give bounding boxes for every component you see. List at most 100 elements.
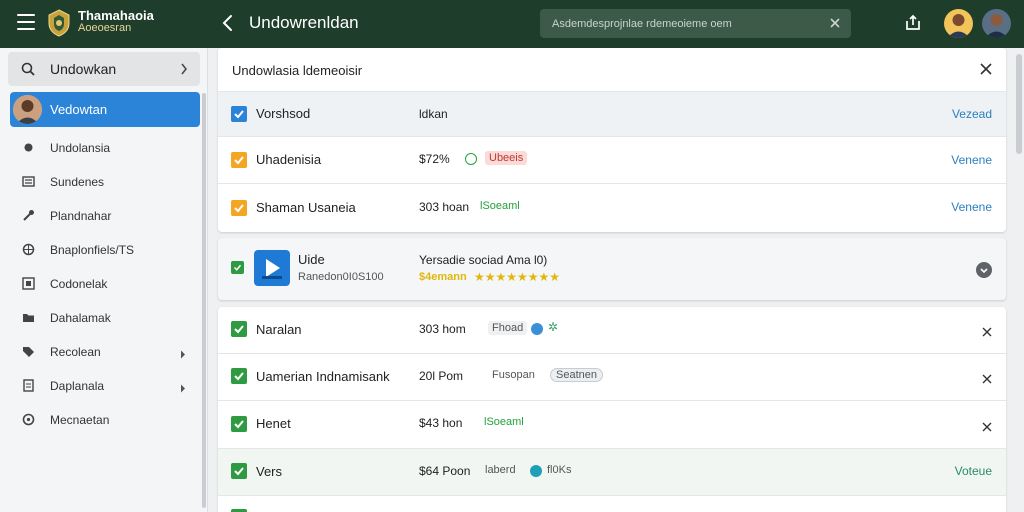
checkbox[interactable] [231, 106, 247, 122]
sidebar-search-label: Undowkan [50, 61, 117, 77]
panel-header: Undowlasia ldemeoisir [218, 48, 1006, 92]
checkbox[interactable] [231, 261, 244, 274]
sidebar-item-undolansia[interactable]: Undolansia [0, 134, 200, 162]
page-title: Undowrenldan [249, 13, 359, 32]
row-info: $64 Poon [419, 464, 471, 478]
remove-icon[interactable] [982, 372, 992, 384]
remove-icon[interactable] [982, 325, 992, 337]
checkbox[interactable] [231, 200, 247, 216]
globe-icon [21, 242, 36, 257]
sidebar-scrollbar[interactable] [202, 93, 206, 508]
close-icon[interactable] [980, 63, 992, 75]
crest-logo [47, 9, 71, 37]
panel-title: Undowlasia ldemeoisir [232, 63, 363, 78]
checkbox[interactable] [231, 463, 247, 479]
chevron-right-icon [180, 63, 188, 75]
search-input[interactable] [552, 15, 812, 32]
row-name: Uhadenisia [256, 152, 322, 167]
row-action-link[interactable]: Venene [951, 200, 992, 214]
export-icon[interactable] [903, 13, 923, 33]
checkbox[interactable] [231, 416, 247, 432]
sidebar-item-mecnaetan[interactable]: Mecnaetan [0, 406, 200, 434]
sidebar-item-dahalamak[interactable]: Dahalamak [0, 304, 200, 332]
wrench-icon [21, 208, 36, 223]
user-avatar[interactable] [944, 9, 973, 38]
pill-badge: Seatnen [550, 368, 603, 382]
expand-arrow-icon[interactable] [180, 381, 186, 393]
row-info: ldkan [419, 107, 448, 121]
search-box[interactable] [540, 9, 851, 38]
sidebar-item-bnaplonfiels[interactable]: Bnaplonfiels/TS [0, 236, 200, 264]
sidebar-item-label: Mecnaetan [50, 413, 110, 427]
row-info: 303 hoan [419, 200, 470, 214]
table-row[interactable]: Uhadenisia $72% Ubeeis Venene [218, 137, 1006, 184]
sidebar-item-daplanala[interactable]: Daplanala [0, 372, 200, 400]
account-avatar[interactable] [982, 9, 1011, 38]
table-row[interactable]: Vers $64 Poon laberd fl0Ks Voteue [218, 449, 1006, 496]
brand-line-1: Thamahaoia [78, 8, 154, 23]
tag-badge: lSoeaml [484, 416, 524, 428]
table-row[interactable]: Naralan 303 hom Fhoad ✲ [218, 307, 1006, 354]
sidebar-item-codonelak[interactable]: Codonelak [0, 270, 200, 298]
table-row[interactable]: Shaman Usaneia 303 hoan lSoeaml Venene [218, 184, 1006, 232]
main-scrollbar[interactable] [1016, 54, 1022, 154]
expand-arrow-icon[interactable] [180, 347, 186, 359]
info-dot-icon [531, 323, 543, 335]
checkbox[interactable] [231, 368, 247, 384]
row-action-link[interactable]: Venene [951, 153, 992, 167]
row-action-link[interactable]: Vezead [952, 107, 992, 121]
sidebar-item-label: Sundenes [50, 175, 105, 189]
table-row[interactable]: Henet $43 hon lSoeaml [218, 401, 1006, 449]
table-row[interactable]: Uamerian Indnamisank 20l Pom Fusopan Sea… [218, 354, 1006, 401]
rating-stars: ★★★★★★★★ [474, 270, 561, 284]
star-icon: ✲ [548, 320, 559, 334]
sidebar-item-label: Dahalamak [50, 311, 111, 325]
expand-chevron-icon[interactable] [976, 262, 992, 278]
row-name: Henet [256, 416, 291, 431]
folder-icon [21, 310, 36, 325]
sidebar: Undowkan Vedowtan Undolansia Sundenes Pl… [0, 48, 208, 512]
grid-icon [21, 276, 36, 291]
sidebar-item-label: Bnaplonfiels/TS [50, 243, 135, 257]
sidebar-item-label: Daplanala [50, 379, 105, 393]
clock-icon [21, 412, 36, 427]
profile-avatar [13, 95, 42, 124]
status-dot-icon [465, 153, 477, 165]
sidebar-item-recolean[interactable]: Recolean [0, 338, 200, 366]
top-app-bar: Thamahaoia Aoeoesran Undowrenldan [0, 0, 1024, 48]
sidebar-item-active[interactable]: Vedowtan [10, 92, 200, 127]
row-name: Vorshsod [256, 106, 311, 121]
row-action-link[interactable]: Voteue [955, 464, 992, 478]
remove-icon[interactable] [982, 420, 992, 432]
row-info: 20l Pom [419, 369, 464, 383]
pin-icon [21, 140, 36, 155]
sidebar-search[interactable]: Undowkan [8, 52, 200, 86]
menu-icon[interactable] [17, 14, 35, 30]
clear-search-icon[interactable] [829, 17, 841, 29]
tag-badge: Fhoad [488, 321, 528, 335]
row-name: Shaman Usaneia [256, 200, 356, 215]
tag-badge: Fusopan [492, 369, 535, 381]
row-info: 303 hom [419, 322, 466, 336]
checkbox[interactable] [231, 321, 247, 337]
row-name: Vers [256, 464, 283, 479]
row-name: Uamerian Indnamisank [256, 369, 390, 384]
table-row-partial[interactable] [218, 496, 1006, 512]
checkbox[interactable] [231, 152, 247, 168]
sidebar-item-sundenes[interactable]: Sundenes [0, 168, 200, 196]
back-arrow-icon[interactable] [218, 12, 238, 34]
brand-line-2: Aoeoesran [78, 22, 132, 34]
item-subtitle: Ranedon0I0S100 [298, 271, 384, 283]
sidebar-item-label: Undolansia [50, 141, 111, 155]
tag-badge: laberd [485, 464, 516, 476]
status-badge: lSoeaml [480, 200, 520, 212]
doc-icon [21, 378, 36, 393]
results-panel: Undowlasia ldemeoisir Vorshsod ldkan Vez… [218, 48, 1006, 232]
row-name: Naralan [256, 322, 302, 337]
featured-item-card[interactable]: Uide Ranedon0I0S100 Yersadie sociad Ama … [218, 238, 1006, 300]
main-content: Undowlasia ldemeoisir Vorshsod ldkan Vez… [208, 48, 1024, 512]
table-row[interactable]: Vorshsod ldkan Vezead [218, 92, 1006, 137]
row-info: $72% [419, 152, 450, 166]
items-list-panel: Naralan 303 hom Fhoad ✲ Uamerian Indnami… [218, 307, 1006, 512]
sidebar-item-plandnahar[interactable]: Plandnahar [0, 202, 200, 230]
